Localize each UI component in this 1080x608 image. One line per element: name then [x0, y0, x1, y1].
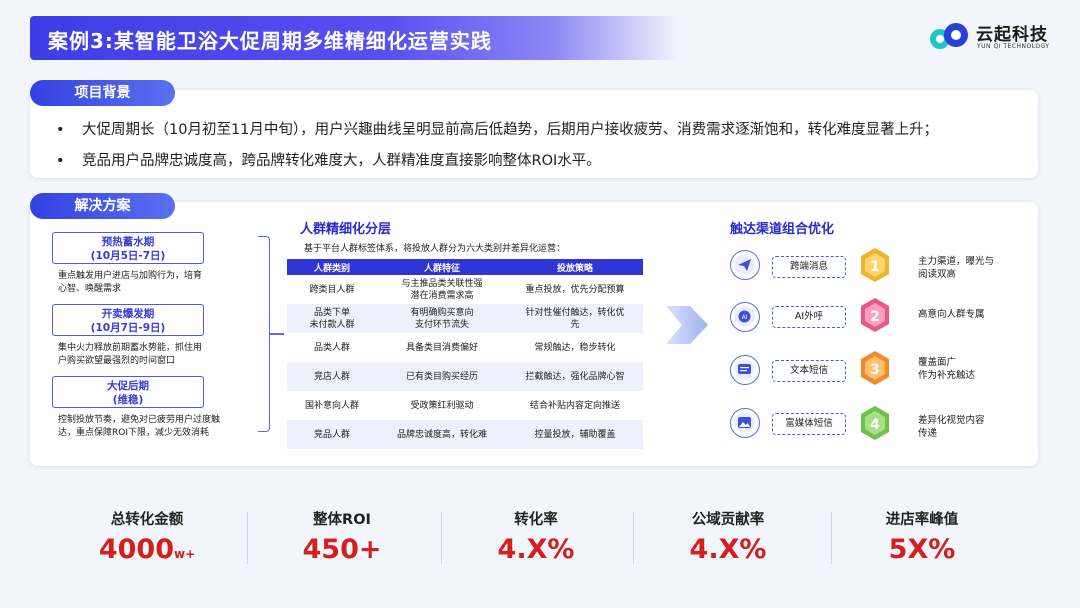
svg-text:4: 4	[870, 417, 880, 433]
metric-value: 4000w+	[98, 534, 196, 565]
table-cell: 与主推品类关联性强 潜在消费需求高	[401, 278, 483, 301]
segmentation-title: 人群精细化分层	[300, 222, 392, 237]
metric-value: 5X%	[888, 534, 956, 565]
channel-desc: 覆盖面广 作为补充触达	[918, 357, 976, 381]
metric-value: 4.X%	[497, 534, 575, 565]
table-cell: 品牌忠诚度高，转化难	[377, 420, 507, 449]
table-cell: 具备类目消费偏好	[405, 342, 478, 353]
logo-mark-icon	[930, 23, 968, 49]
background-item: • 竞品用户品牌忠诚度高，跨品牌转化难度大，人群精准度直接影响整体ROI水平。	[56, 153, 601, 169]
metric-name: 进店率峰值	[885, 512, 959, 528]
metric-divider	[441, 512, 442, 564]
table-cell: 针对性催付触达，转化优先	[507, 304, 643, 333]
background-label: 项目背景	[30, 80, 175, 106]
table-cell: 受政策红利驱动	[410, 400, 474, 411]
phase-late: 大促后期 (维稳)	[52, 376, 204, 408]
table-cell: 品类人群	[313, 342, 350, 353]
channels-title: 触达渠道组合优化	[730, 222, 835, 237]
table-cell: 控量投放，辅助覆盖	[507, 420, 643, 449]
flow-arrow-icon	[666, 306, 708, 344]
solution-label: 解决方案	[30, 193, 175, 219]
phase-desc: 重点触发用户进店与加购行为，培育 心智、唤醒需求	[58, 271, 203, 294]
metric-name: 公域贡献率	[691, 512, 765, 528]
table-row: 品类人群 具备类目消费偏好 常规触达，稳步转化	[287, 333, 643, 362]
bullet-icon: •	[56, 153, 65, 169]
channel-desc: 主力渠道，曝光与 阅读双高	[918, 256, 995, 280]
channel-label: 富媒体短信	[772, 413, 846, 435]
phase-date: (10月7日-9日)	[90, 322, 166, 334]
background-item: • 大促周期长（10月初至11月中旬），用户兴趣曲线呈明显前高后低趋势，后期用户接…	[56, 122, 939, 138]
medal-2-icon: 2	[861, 298, 889, 332]
segmentation-subtitle: 基于平台人群标签体系，将投放人群分为六大类别并差异化运营：	[304, 244, 566, 254]
page-title: 案例3:某智能卫浴大促周期多维精细化运营实践	[48, 29, 492, 53]
table-cell: 拦截触达，强化品牌心智	[507, 362, 643, 391]
phase-bracket	[258, 236, 270, 432]
channel-label: AI外呼	[772, 306, 846, 328]
logo-subtitle: YUN QI TECHNOLOGY	[977, 43, 1050, 50]
logo-name: 云起科技	[976, 25, 1048, 45]
paper-plane-icon	[730, 250, 760, 280]
metric-value: 4.X%	[689, 534, 767, 565]
bullet-icon: •	[56, 122, 65, 138]
table-header: 人群类别	[287, 259, 377, 275]
channel-label: 文本短信	[772, 360, 846, 382]
medal-4-icon: 4	[861, 406, 889, 440]
channel-desc: 高意向人群专属	[918, 309, 985, 320]
svg-text:2: 2	[870, 309, 880, 325]
table-cell: 跨类目人群	[309, 284, 355, 295]
company-logo: 云起科技 YUN QI TECHNOLOGY	[928, 18, 1063, 56]
medal-3-icon: 3	[861, 351, 889, 385]
phase-bracket-tip	[270, 333, 284, 335]
table-cell: 重点投放，优先分配预算	[525, 284, 625, 295]
svg-text:AI: AI	[742, 314, 748, 321]
phase-date: (维稳)	[112, 394, 144, 406]
table-row: 品类下单 未付款人群 有明确购买意向 支付环节流失 针对性催付触达，转化优先	[287, 304, 643, 333]
segmentation-table: 人群类别 人群特征 投放策略 跨类目人群 与主推品类关联性强 潜在消费需求高 重点…	[287, 259, 643, 449]
message-icon	[730, 355, 760, 385]
table-cell: 品类下单 未付款人群	[287, 304, 377, 333]
phase-title: 预热蓄水期	[101, 236, 155, 248]
svg-text:1: 1	[870, 259, 880, 275]
table-row: 跨类目人群 与主推品类关联性强 潜在消费需求高 重点投放，优先分配预算	[287, 275, 643, 304]
medal-1-icon: 1	[861, 248, 889, 282]
phase-desc: 控制投放节奏，避免对已疲劳用户过度触 达，重点保障ROI下限，减少无效消耗	[58, 415, 221, 438]
table-cell: 结合补贴内容定向推送	[529, 400, 620, 411]
phase-date: (10月5日-7日)	[90, 250, 166, 262]
channel-desc: 差异化视觉内容 传递	[918, 415, 985, 439]
metric-divider	[633, 512, 634, 564]
metric-name: 总转化金额	[110, 512, 184, 528]
table-row: 竞店人群 已有类目购买经历 拦截触达，强化品牌心智	[287, 362, 643, 391]
table-header-row: 人群类别 人群特征 投放策略	[287, 259, 643, 275]
phase-title: 大促后期	[107, 380, 149, 392]
metric-divider	[247, 512, 248, 564]
table-cell: 竞店人群	[287, 362, 377, 391]
table-header: 人群特征	[377, 259, 507, 275]
image-message-icon	[730, 408, 760, 438]
table-header: 投放策略	[507, 259, 643, 275]
table-cell: 竞品人群	[287, 420, 377, 449]
phase-preheat: 预热蓄水期 (10月5日-7日)	[52, 232, 204, 264]
metric-name: 整体ROI	[313, 512, 371, 528]
table-cell: 国补意向人群	[304, 400, 359, 411]
table-row: 国补意向人群 受政策红利驱动 结合补贴内容定向推送	[287, 391, 643, 420]
channel-label: 跨端消息	[772, 256, 846, 278]
table-cell: 有明确购买意向 支付环节流失	[377, 304, 507, 333]
phase-desc: 集中火力释放前期蓄水势能，抓住用 户购买欲望最强烈的时间窗口	[58, 343, 203, 366]
ai-phone-icon: AI	[730, 302, 760, 332]
metric-name: 转化率	[514, 512, 558, 528]
metric-divider	[831, 512, 832, 564]
table-cell: 已有类目购买经历	[377, 362, 507, 391]
phase-title: 开卖爆发期	[101, 308, 155, 320]
metric-value: 450+	[302, 534, 382, 565]
phase-burst: 开卖爆发期 (10月7日-9日)	[52, 304, 204, 336]
table-row: 竞品人群 品牌忠诚度高，转化难 控量投放，辅助覆盖	[287, 420, 643, 449]
table-cell: 常规触达，稳步转化	[534, 342, 616, 353]
svg-text:3: 3	[870, 362, 880, 378]
